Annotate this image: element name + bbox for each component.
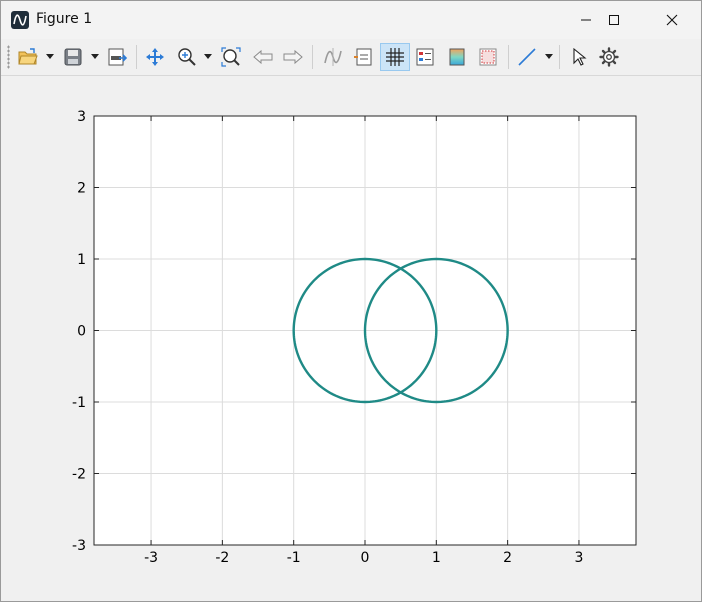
data-cursor-button[interactable] xyxy=(319,43,347,71)
export-button[interactable] xyxy=(103,43,131,71)
data-cursor-icon xyxy=(324,48,342,66)
axes-box-button[interactable] xyxy=(474,43,502,71)
window-title: Figure 1 xyxy=(36,11,93,27)
figure-canvas[interactable]: -3 -2 -1 0 1 2 3 -3 -2 -1 0 1 2 3 xyxy=(1,76,701,601)
select-pointer-button[interactable] xyxy=(565,43,593,71)
x-tick-label: 3 xyxy=(574,550,583,566)
zoom-dropdown-icon[interactable] xyxy=(204,54,212,59)
close-button[interactable] xyxy=(649,1,695,39)
title-bar[interactable]: Figure 1 xyxy=(1,1,701,39)
chart[interactable]: -3 -2 -1 0 1 2 3 -3 -2 -1 0 1 2 3 xyxy=(1,76,701,601)
save-icon xyxy=(64,48,82,66)
grid-icon xyxy=(386,48,404,66)
back-button[interactable] xyxy=(249,43,277,71)
app-logo-icon xyxy=(11,11,29,29)
y-tick-label: 2 xyxy=(77,181,86,197)
open-button[interactable] xyxy=(15,43,41,71)
toolbar xyxy=(1,39,701,76)
colorbar-button[interactable] xyxy=(443,43,471,71)
maximize-button[interactable] xyxy=(591,1,637,39)
save-dropdown-icon[interactable] xyxy=(91,54,99,59)
forward-arrow-icon xyxy=(283,49,303,65)
y-tick-label: 3 xyxy=(77,109,86,125)
line-style-icon xyxy=(518,48,536,66)
forward-button[interactable] xyxy=(279,43,307,71)
select-pointer-icon xyxy=(573,47,587,66)
x-tick-label: -3 xyxy=(144,550,158,566)
save-button[interactable] xyxy=(59,43,87,71)
y-tick-label: -2 xyxy=(72,467,86,483)
back-arrow-icon xyxy=(253,49,273,65)
settings-gear-icon xyxy=(599,47,619,67)
axes-box-icon xyxy=(479,48,497,66)
toolbar-separator xyxy=(508,45,509,69)
settings-button[interactable] xyxy=(595,43,623,71)
pan-icon xyxy=(146,48,164,66)
x-tick-label: -2 xyxy=(215,550,229,566)
y-tick-label: 1 xyxy=(77,252,86,268)
maximize-icon xyxy=(609,15,619,25)
properties-icon xyxy=(416,48,434,66)
export-icon xyxy=(108,48,127,66)
legend-icon xyxy=(354,48,372,66)
line-style-dropdown-icon[interactable] xyxy=(545,54,553,59)
toolbar-separator xyxy=(559,45,560,69)
x-tick-label: 0 xyxy=(361,550,370,566)
colorbar-icon xyxy=(449,48,465,66)
pan-button[interactable] xyxy=(141,43,169,71)
zoom-fit-button[interactable] xyxy=(217,43,245,71)
grid-toggle-button[interactable] xyxy=(380,43,410,71)
figure-window: Figure 1 -3 -2 -1 0 1 2 3 -3 -2 -1 0 1 2… xyxy=(0,0,702,602)
toolbar-grip[interactable] xyxy=(7,45,10,69)
zoom-icon xyxy=(178,48,196,66)
x-tick-label: -1 xyxy=(287,550,301,566)
x-tick-label: 1 xyxy=(432,550,441,566)
zoom-fit-icon xyxy=(221,47,241,67)
y-tick-label: -1 xyxy=(72,395,86,411)
toolbar-separator xyxy=(312,45,313,69)
open-dropdown-icon[interactable] xyxy=(46,54,54,59)
legend-button[interactable] xyxy=(349,43,377,71)
y-tick-label: -3 xyxy=(72,538,86,554)
zoom-button[interactable] xyxy=(173,43,201,71)
y-tick-label: 0 xyxy=(77,324,86,340)
open-icon xyxy=(18,48,38,65)
properties-button[interactable] xyxy=(411,43,439,71)
toolbar-separator xyxy=(136,45,137,69)
x-tick-label: 2 xyxy=(503,550,512,566)
close-icon xyxy=(666,14,678,26)
line-style-button[interactable] xyxy=(513,43,541,71)
